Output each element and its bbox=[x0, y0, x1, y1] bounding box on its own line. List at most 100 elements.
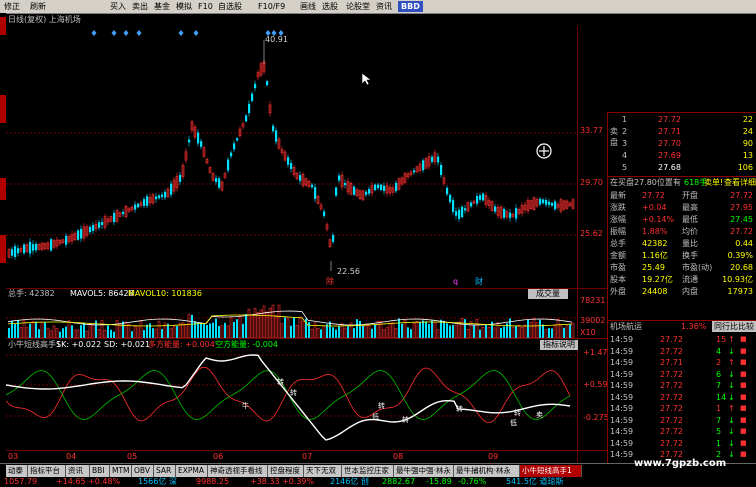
volume-bar bbox=[401, 323, 403, 338]
indicator-tab[interactable]: SAR bbox=[154, 465, 176, 477]
candle-body-down bbox=[353, 186, 356, 195]
toolbar-f10f9-button[interactable]: F10/F9 bbox=[258, 1, 285, 12]
trade-flag-icon: ■ bbox=[740, 427, 747, 435]
toolbar-watchlist-button[interactable]: 自选股 bbox=[218, 1, 242, 12]
stat-label: 市盈 bbox=[610, 263, 626, 272]
toolbar-draw-button[interactable]: 画线 bbox=[300, 1, 316, 12]
trade-flag-icon: ■ bbox=[740, 346, 747, 355]
toolbar-news-button[interactable]: 资讯 bbox=[376, 1, 392, 12]
indicator-tab[interactable]: 天下无双 bbox=[304, 465, 342, 477]
indicator-tab[interactable]: 世本监控庄家 bbox=[342, 465, 394, 477]
indicator-help-button[interactable]: 指标说明 bbox=[540, 340, 578, 350]
volume-bar bbox=[80, 325, 82, 338]
event-marker-q[interactable]: q bbox=[453, 277, 458, 287]
indicator-tab[interactable]: OBV bbox=[132, 465, 154, 477]
quote-stat-row: 涨跌 +0.04 最高 27.95 bbox=[608, 202, 756, 213]
ask-level-number: 4 bbox=[622, 151, 628, 160]
toolbar-screener-button[interactable]: 选股 bbox=[322, 1, 338, 12]
ask-volume: 24 bbox=[742, 127, 753, 136]
stat-label: 涨跌 bbox=[610, 203, 626, 212]
toolbar-modify-button[interactable]: 修正 bbox=[4, 1, 20, 12]
candle-body-down bbox=[548, 201, 551, 205]
trade-price: 27.72 bbox=[660, 438, 683, 448]
candle-body-down bbox=[440, 165, 443, 175]
volume-bar bbox=[511, 327, 515, 338]
toolbar-forum-button[interactable]: 论股堂 bbox=[346, 1, 370, 12]
stat-label: 振幅 bbox=[610, 227, 626, 236]
pending-order-detail-link[interactable]: 查看详细 bbox=[724, 177, 756, 188]
indicator-tab[interactable]: 资讯 bbox=[66, 465, 90, 477]
candle-body-down bbox=[446, 187, 449, 195]
toolbar-delete-button[interactable]: 刷新 bbox=[30, 1, 46, 12]
volume-bar bbox=[253, 307, 257, 338]
volume-bar bbox=[376, 320, 380, 338]
candlestick-chart[interactable] bbox=[6, 26, 606, 288]
volume-bar bbox=[481, 327, 485, 338]
indicator-tab[interactable]: 指标平台 bbox=[28, 465, 66, 477]
candle-body-down bbox=[344, 182, 347, 186]
volume-bar bbox=[391, 322, 395, 338]
volume-bar bbox=[83, 322, 85, 338]
ask-price: 27.72 bbox=[658, 115, 681, 124]
volume-bar bbox=[95, 320, 97, 338]
toolbar-sell-button[interactable]: 卖出 bbox=[132, 1, 148, 12]
toolbar-simulate-button[interactable]: 模拟 bbox=[176, 1, 192, 12]
sector-compare-button[interactable]: 同行比比较 bbox=[712, 321, 756, 332]
quote-stat-row: 涨幅 +0.14% 最低 27.45 bbox=[608, 214, 756, 225]
event-marker-ex[interactable]: 除 bbox=[326, 277, 334, 287]
toolbar-f10-button[interactable]: F10 bbox=[198, 1, 213, 12]
toolbar-buy-button[interactable]: 买入 bbox=[110, 1, 126, 12]
indicator-tab[interactable]: 最牛捕机构·林永 bbox=[454, 465, 520, 477]
volume-bar bbox=[65, 326, 67, 338]
ask-volume: 22 bbox=[742, 115, 753, 124]
toolbar-bbd-button[interactable]: BBD bbox=[398, 1, 423, 12]
quote-stat-row: 外盘 24408 内盘 17973 bbox=[608, 286, 756, 297]
volume-bar bbox=[565, 324, 569, 338]
volume-bar bbox=[542, 324, 544, 338]
sector-name[interactable]: 机场航运 bbox=[610, 321, 642, 332]
indicator-tab[interactable]: 动泰 bbox=[6, 465, 28, 477]
trade-flag-icon: ■ bbox=[740, 450, 747, 458]
stat-value: 27.72 bbox=[642, 191, 665, 200]
volume-bar bbox=[71, 325, 73, 338]
trade-volume: 15 bbox=[716, 335, 727, 344]
candle-body-down bbox=[449, 194, 452, 203]
x-axis-line bbox=[6, 450, 607, 451]
volume-bar bbox=[203, 323, 205, 338]
indicator-tab[interactable]: 神奇透视手看线 bbox=[208, 465, 268, 477]
ask-level-number: 3 bbox=[622, 139, 628, 148]
toolbar-fund-button[interactable]: 基金 bbox=[154, 1, 170, 12]
volume-bar bbox=[220, 325, 224, 338]
volume-bar bbox=[551, 328, 553, 338]
indicator-tab[interactable]: 控盘程度 bbox=[268, 465, 304, 477]
candle-body-down bbox=[236, 138, 239, 141]
volume-bar bbox=[131, 331, 133, 338]
volume-chart[interactable] bbox=[6, 298, 578, 338]
candle-body-down bbox=[80, 228, 83, 239]
indicator-chart[interactable] bbox=[6, 350, 578, 450]
arrow-up-icon: ↑ bbox=[728, 358, 735, 367]
volume-bar bbox=[394, 328, 398, 338]
trade-flag-icon: ■ bbox=[740, 335, 747, 343]
indicator-tab[interactable]: 小牛短线高手1 bbox=[520, 465, 582, 477]
candle-body-down bbox=[188, 139, 191, 143]
trade-price: 27.71 bbox=[660, 358, 683, 367]
price-tick-mid: 29.70 bbox=[580, 178, 603, 187]
indicator-tab[interactable]: MTM bbox=[110, 465, 132, 477]
indicator-tab[interactable]: BBI bbox=[90, 465, 110, 477]
price-tick-high: 33.77 bbox=[580, 126, 603, 135]
volume-bar bbox=[449, 325, 451, 338]
volume-bar bbox=[301, 320, 305, 338]
volume-bar bbox=[493, 327, 497, 338]
event-marker-fin[interactable]: 财 bbox=[475, 277, 483, 287]
volume-bar bbox=[259, 309, 263, 338]
candle-body-down bbox=[230, 152, 233, 157]
indicator-label-7: 转 bbox=[514, 409, 521, 417]
candle-body-down bbox=[482, 193, 485, 201]
trade-tick-row: 14:59 27.72 4 ↓ ■ bbox=[608, 346, 756, 357]
ask-volume: 13 bbox=[742, 151, 753, 160]
indicator-tab[interactable]: EXPMA bbox=[176, 465, 208, 477]
indicator-tab[interactable]: 最牛强中强·林永 bbox=[394, 465, 454, 477]
trade-tick-row: 14:59 27.72 1 ↑ ■ bbox=[608, 403, 756, 414]
trade-flag-icon: ■ bbox=[740, 369, 747, 378]
